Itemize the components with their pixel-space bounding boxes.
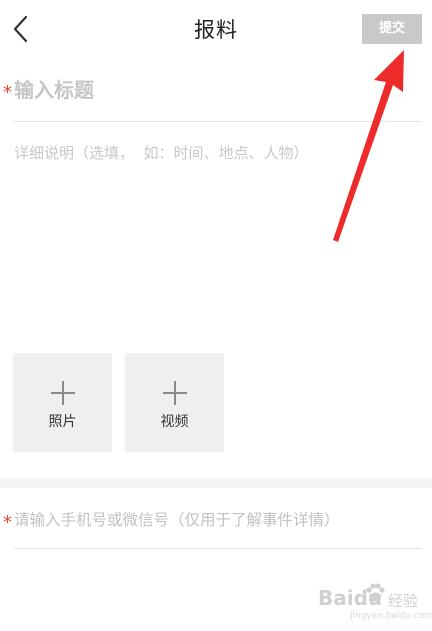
plus-icon [163,381,187,405]
watermark-suffix: 经验 [388,592,419,610]
title-divider [14,121,422,122]
section-separator [0,478,432,488]
baidu-watermark: Baidu 经验 jingyan.baidu.com [310,580,432,628]
title-field-row: * [0,66,432,122]
description-textarea[interactable] [14,142,418,322]
paw-icon [366,583,385,602]
required-mark: * [3,512,12,533]
video-label: 视频 [160,414,189,430]
title-input[interactable] [14,74,414,106]
photo-label: 照片 [48,414,77,430]
add-video-button[interactable]: 视频 [125,353,224,452]
add-photo-button[interactable]: 照片 [13,353,112,452]
contact-field-row: * [0,498,432,548]
watermark-url: jingyan.baidu.com [350,611,432,621]
contact-input[interactable] [14,506,424,534]
contact-divider [14,548,422,549]
plus-icon [51,381,75,405]
submit-button[interactable]: 提交 [362,14,422,44]
required-mark: * [3,82,12,103]
header-bar: 报料 提交 [0,0,432,58]
